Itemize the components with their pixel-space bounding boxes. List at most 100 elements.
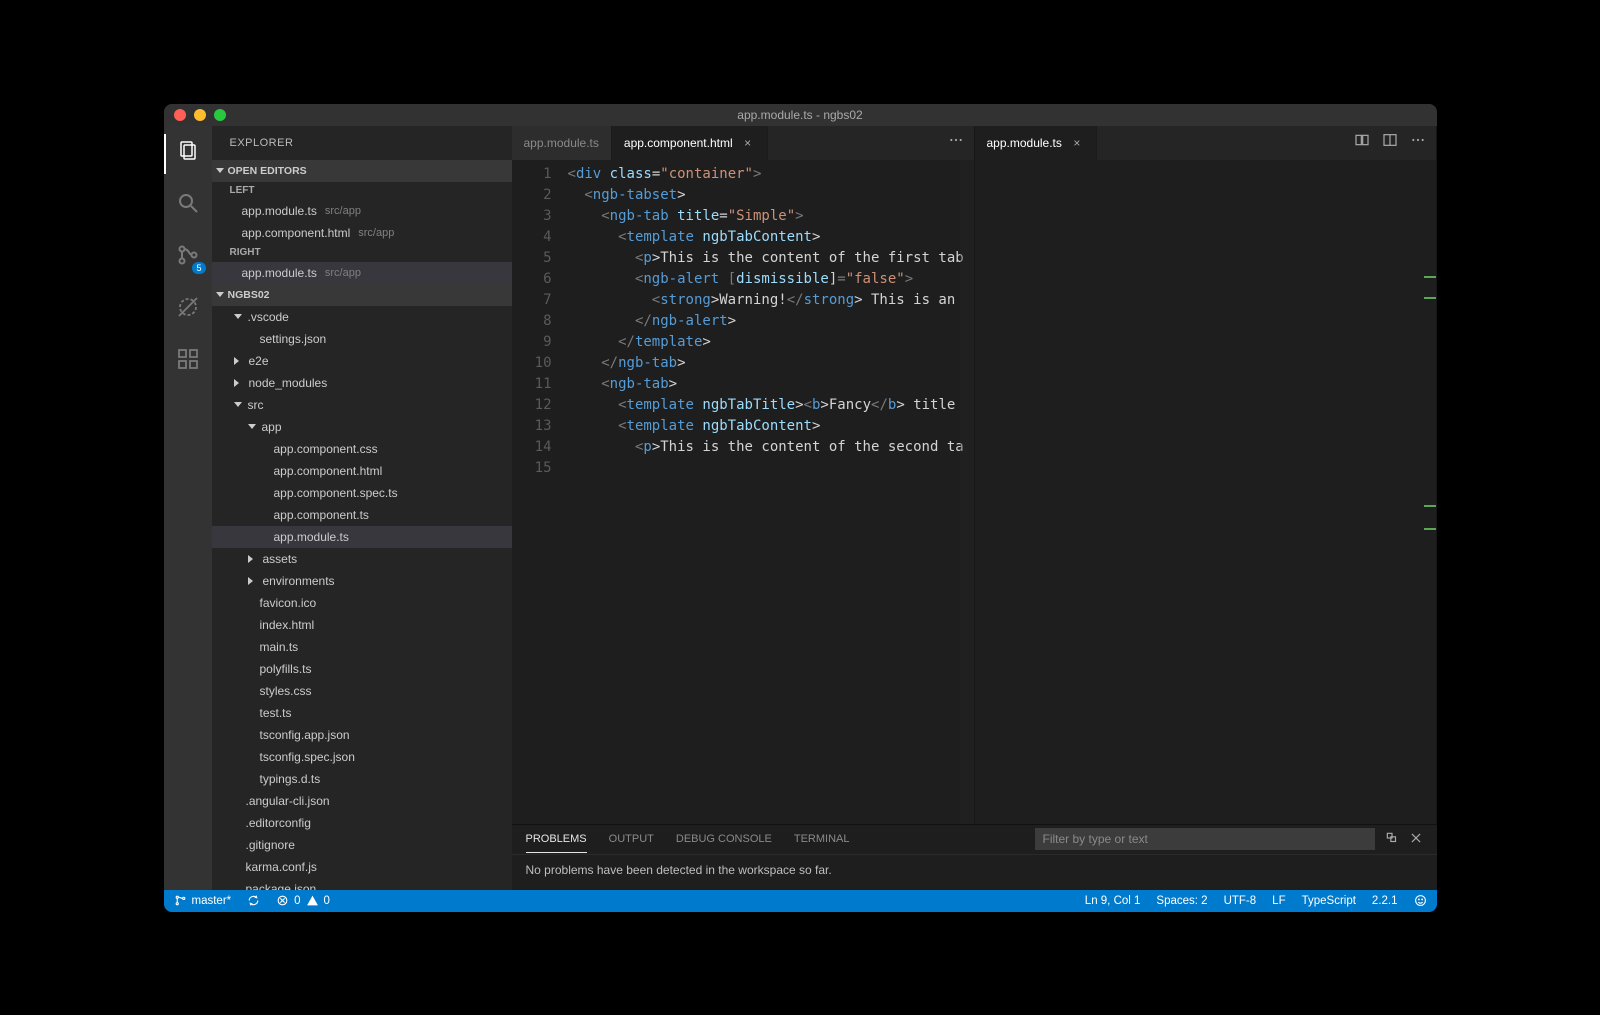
window-close-button[interactable] bbox=[174, 109, 186, 121]
status-spaces[interactable]: Spaces: 2 bbox=[1156, 895, 1207, 907]
panel-tab-problems[interactable]: PROBLEMS bbox=[526, 833, 587, 845]
window-title: app.module.ts - ngbs02 bbox=[737, 108, 862, 122]
file-item[interactable]: styles.css bbox=[212, 680, 512, 702]
status-language[interactable]: TypeScript bbox=[1302, 895, 1356, 907]
project-label: NGBS02 bbox=[228, 284, 270, 306]
file-item[interactable]: tsconfig.app.json bbox=[212, 724, 512, 746]
panel-maximize-icon[interactable] bbox=[1385, 831, 1399, 848]
window-minimize-button[interactable] bbox=[194, 109, 206, 121]
editor-group-left: app.module.ts app.component.html × bbox=[512, 126, 975, 824]
chevron-down-icon bbox=[248, 424, 256, 429]
panel-tab-terminal[interactable]: TERMINAL bbox=[794, 833, 850, 845]
statusbar: master* 0 0 Ln 9, Col 1 Spaces: 2 UTF-8 … bbox=[164, 890, 1437, 912]
activity-extensions[interactable] bbox=[164, 342, 212, 382]
panel-filter-input[interactable] bbox=[1035, 828, 1375, 850]
open-editor-item[interactable]: app.module.tssrc/app bbox=[212, 200, 512, 222]
tabs-right: app.module.ts × bbox=[975, 126, 1436, 160]
status-position[interactable]: Ln 9, Col 1 bbox=[1085, 895, 1141, 907]
tab-app-module-ts-right[interactable]: app.module.ts × bbox=[975, 126, 1097, 160]
file-item[interactable]: package.json bbox=[212, 878, 512, 890]
panel: PROBLEMS OUTPUT DEBUG CONSOLE TERMINAL bbox=[512, 824, 1437, 890]
titlebar: app.module.ts - ngbs02 bbox=[164, 104, 1437, 126]
open-editor-item[interactable]: app.module.tssrc/app bbox=[212, 262, 512, 284]
file-item[interactable]: tsconfig.spec.json bbox=[212, 746, 512, 768]
overview-ruler[interactable] bbox=[1422, 160, 1436, 824]
activitybar: 5 bbox=[164, 126, 212, 890]
folder-item[interactable]: src bbox=[212, 394, 512, 416]
file-item[interactable]: polyfills.ts bbox=[212, 658, 512, 680]
tab-app-module-ts[interactable]: app.module.ts bbox=[512, 126, 612, 160]
status-branch[interactable]: master* bbox=[174, 894, 232, 907]
status-encoding[interactable]: UTF-8 bbox=[1224, 895, 1257, 907]
chevron-down-icon bbox=[216, 292, 224, 297]
file-item[interactable]: app.component.ts bbox=[212, 504, 512, 526]
open-editors-group-label: RIGHT bbox=[212, 244, 512, 262]
window-zoom-button[interactable] bbox=[214, 109, 226, 121]
editor-left[interactable]: 123456789101112131415 <div class="contai… bbox=[512, 160, 974, 824]
file-item[interactable]: test.ts bbox=[212, 702, 512, 724]
file-item[interactable]: index.html bbox=[212, 614, 512, 636]
close-icon[interactable]: × bbox=[741, 136, 755, 150]
panel-tab-debug[interactable]: DEBUG CONSOLE bbox=[676, 833, 772, 845]
tab-app-component-html[interactable]: app.component.html × bbox=[612, 126, 768, 160]
file-item[interactable]: karma.conf.js bbox=[212, 856, 512, 878]
chevron-down-icon bbox=[234, 402, 242, 407]
status-feedback[interactable] bbox=[1414, 894, 1427, 907]
sidebar: EXPLORER OPEN EDITORS LEFTapp.module.tss… bbox=[212, 126, 512, 890]
split-icon[interactable] bbox=[1382, 132, 1398, 153]
folder-item[interactable]: node_modules bbox=[212, 372, 512, 394]
status-sync[interactable] bbox=[247, 894, 260, 907]
editor-right[interactable] bbox=[975, 160, 1436, 824]
file-item[interactable]: app.module.ts bbox=[212, 526, 512, 548]
extensions-icon bbox=[176, 347, 200, 376]
chevron-right-icon bbox=[234, 379, 243, 387]
folder-item[interactable]: e2e bbox=[212, 350, 512, 372]
folder-item[interactable]: app bbox=[212, 416, 512, 438]
activity-debug[interactable] bbox=[164, 290, 212, 330]
folder-item[interactable]: assets bbox=[212, 548, 512, 570]
search-icon bbox=[176, 191, 200, 220]
activity-search[interactable] bbox=[164, 186, 212, 226]
file-item[interactable]: favicon.ico bbox=[212, 592, 512, 614]
file-item[interactable]: .editorconfig bbox=[212, 812, 512, 834]
editor-area: app.module.ts app.component.html × bbox=[512, 126, 1437, 890]
tab-label: app.component.html bbox=[624, 136, 733, 150]
minimap[interactable] bbox=[960, 160, 974, 824]
open-editors-header[interactable]: OPEN EDITORS bbox=[212, 160, 512, 182]
editor-group-right: app.module.ts × bbox=[975, 126, 1437, 824]
folder-item[interactable]: .vscode bbox=[212, 306, 512, 328]
warnings-count: 0 bbox=[324, 895, 330, 907]
more-icon[interactable] bbox=[948, 132, 964, 153]
activity-explorer[interactable] bbox=[164, 134, 212, 174]
panel-close-icon[interactable] bbox=[1409, 831, 1423, 848]
more-icon[interactable] bbox=[1410, 132, 1426, 153]
status-eol[interactable]: LF bbox=[1272, 895, 1285, 907]
tab-label: app.module.ts bbox=[987, 136, 1062, 150]
file-item[interactable]: app.component.html bbox=[212, 460, 512, 482]
debug-icon bbox=[176, 295, 200, 324]
file-item[interactable]: .gitignore bbox=[212, 834, 512, 856]
status-version[interactable]: 2.2.1 bbox=[1372, 895, 1398, 907]
branch-label: master* bbox=[192, 895, 232, 907]
open-editor-item[interactable]: app.component.htmlsrc/app bbox=[212, 222, 512, 244]
close-icon[interactable]: × bbox=[1070, 136, 1084, 150]
activity-scm[interactable]: 5 bbox=[164, 238, 212, 278]
project-header[interactable]: NGBS02 bbox=[212, 284, 512, 306]
file-item[interactable]: app.component.spec.ts bbox=[212, 482, 512, 504]
compare-icon[interactable] bbox=[1354, 132, 1370, 153]
errors-count: 0 bbox=[294, 895, 300, 907]
sidebar-title: EXPLORER bbox=[212, 126, 512, 160]
file-item[interactable]: main.ts bbox=[212, 636, 512, 658]
folder-item[interactable]: environments bbox=[212, 570, 512, 592]
chevron-right-icon bbox=[234, 357, 243, 365]
file-item[interactable]: app.component.css bbox=[212, 438, 512, 460]
panel-message: No problems have been detected in the wo… bbox=[512, 855, 1437, 885]
scm-badge: 5 bbox=[192, 262, 205, 274]
panel-tab-output[interactable]: OUTPUT bbox=[609, 833, 654, 845]
files-icon bbox=[176, 139, 200, 168]
chevron-down-icon bbox=[234, 314, 242, 319]
status-problems[interactable]: 0 0 bbox=[276, 894, 330, 907]
file-item[interactable]: .angular-cli.json bbox=[212, 790, 512, 812]
file-item[interactable]: settings.json bbox=[212, 328, 512, 350]
file-item[interactable]: typings.d.ts bbox=[212, 768, 512, 790]
